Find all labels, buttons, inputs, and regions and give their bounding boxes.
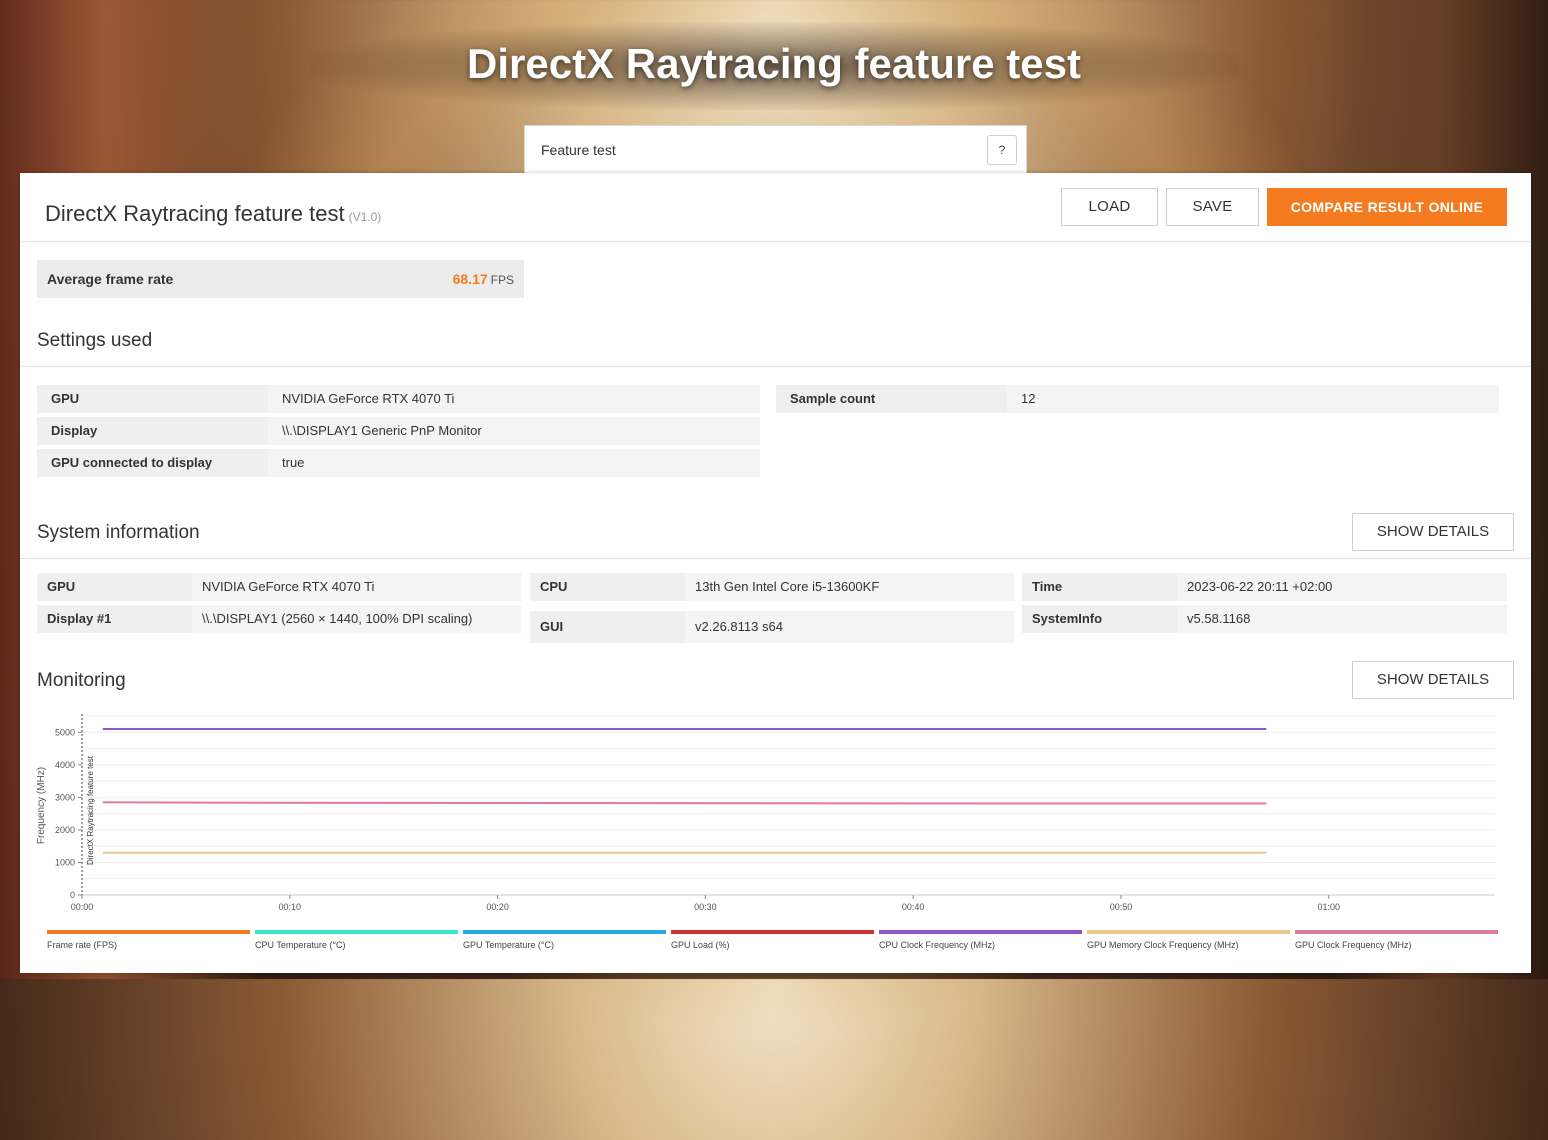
y-tick-label: 0 [70, 890, 75, 900]
x-tick-label: 00:50 [1110, 902, 1133, 912]
sysinfo-value: v2.26.8113 s64 [685, 611, 1014, 643]
average-frame-rate-label: Average frame rate [47, 271, 174, 287]
legend-label: CPU Temperature (°C) [255, 940, 346, 950]
settings-key: Display [37, 417, 265, 445]
settings-divider [20, 366, 1531, 367]
settings-row-sample-count: Sample count 12 [776, 385, 1499, 413]
settings-row-gpu-connected: GPU connected to display true [37, 449, 760, 477]
legend-item[interactable]: Frame rate (FPS) [47, 930, 250, 950]
sysinfo-value: 13th Gen Intel Core i5-13600KF [685, 573, 1014, 601]
monitoring-show-details-button[interactable]: SHOW DETAILS [1352, 661, 1514, 699]
y-tick-label: 1000 [55, 857, 75, 867]
legend-item[interactable]: GPU Temperature (°C) [463, 930, 666, 950]
panel-title: DirectX Raytracing feature test (V1.0) [45, 201, 381, 227]
panel-title-text: DirectX Raytracing feature test [45, 201, 345, 226]
legend-label: CPU Clock Frequency (MHz) [879, 940, 996, 950]
test-marker-label: DirectX Raytracing feature test [86, 755, 95, 865]
sysinfo-key: CPU [530, 573, 682, 601]
legend-color-bar [1295, 930, 1498, 934]
mode-select-value: Feature test [541, 142, 616, 158]
settings-row-gpu: GPU NVIDIA GeForce RTX 4070 Ti [37, 385, 760, 413]
legend-label: GPU Temperature (°C) [463, 940, 554, 950]
sysinfo-row-gpu: GPU NVIDIA GeForce RTX 4070 Ti [37, 573, 521, 601]
legend-color-bar [255, 930, 458, 934]
sysinfo-key: Time [1022, 573, 1174, 601]
settings-key: GPU [37, 385, 265, 413]
monitoring-chart: 0 1000 2000 3000 4000 5000 00:00 00:10 00:20 00:3… [20, 708, 1531, 968]
monitoring-chart-svg: 0 1000 2000 3000 4000 5000 00:00 00:10 00:20 00:3… [36, 714, 1495, 912]
x-tick-label: 00:30 [694, 902, 717, 912]
sysinfo-value: 2023-06-22 20:11 +02:00 [1177, 573, 1507, 601]
system-info-divider [20, 558, 1531, 559]
panel-header: DirectX Raytracing feature test (V1.0) LO… [20, 173, 1531, 242]
x-tick-label: 00:40 [902, 902, 925, 912]
monitoring-title: Monitoring [37, 670, 126, 691]
sysinfo-key: Display #1 [37, 605, 189, 633]
legend-item[interactable]: CPU Temperature (°C) [255, 930, 458, 950]
mode-select[interactable]: Feature test ? [524, 125, 1027, 173]
y-tick-label: 2000 [55, 825, 75, 835]
y-tick-label: 5000 [55, 727, 75, 737]
panel-version: (V1.0) [348, 210, 382, 224]
x-tick-label: 00:20 [486, 902, 509, 912]
sysinfo-key: SystemInfo [1022, 605, 1174, 633]
settings-value: 12 [1007, 385, 1499, 413]
settings-row-display: Display \\.\DISPLAY1 Generic PnP Monitor [37, 417, 760, 445]
average-frame-rate: Average frame rate 68.17 FPS [37, 260, 524, 298]
legend-item[interactable]: GPU Load (%) [671, 930, 874, 950]
settings-title: Settings used [37, 330, 153, 351]
sysinfo-value: NVIDIA GeForce RTX 4070 Ti [192, 573, 521, 601]
legend-color-bar [671, 930, 874, 934]
x-tick-label: 00:10 [279, 902, 302, 912]
settings-value: \\.\DISPLAY1 Generic PnP Monitor [268, 417, 760, 445]
settings-value: true [268, 449, 760, 477]
sysinfo-key: GUI [530, 611, 682, 643]
sysinfo-key: GPU [37, 573, 189, 601]
legend-item[interactable]: GPU Memory Clock Frequency (MHz) [1087, 930, 1290, 950]
settings-key: GPU connected to display [37, 449, 265, 477]
y-tick-label: 3000 [55, 792, 75, 802]
help-button[interactable]: ? [987, 135, 1017, 165]
result-panel: DirectX Raytracing feature test (V1.0) LO… [20, 173, 1531, 973]
sysinfo-row-gui: GUI v2.26.8113 s64 [530, 611, 1014, 643]
legend-label: GPU Clock Frequency (MHz) [1295, 940, 1412, 950]
legend-item[interactable]: CPU Clock Frequency (MHz) [879, 930, 1082, 950]
legend-color-bar [1087, 930, 1290, 934]
sysinfo-value: \\.\DISPLAY1 (2560 × 1440, 100% DPI scal… [192, 605, 521, 633]
legend-label: Frame rate (FPS) [47, 940, 118, 950]
y-tick-label: 4000 [55, 760, 75, 770]
legend-label: GPU Load (%) [671, 940, 730, 950]
series-line [102, 801, 1267, 805]
legend-color-bar [47, 930, 250, 934]
average-frame-rate-value: 68.17 FPS [453, 271, 514, 287]
x-tick-label: 00:00 [71, 902, 94, 912]
sysinfo-row-display: Display #1 \\.\DISPLAY1 (2560 × 1440, 10… [37, 605, 521, 633]
x-tick-label: 01:00 [1317, 902, 1340, 912]
sysinfo-row-time: Time 2023-06-22 20:11 +02:00 [1022, 573, 1507, 601]
settings-value: NVIDIA GeForce RTX 4070 Ti [268, 385, 760, 413]
legend-label: GPU Memory Clock Frequency (MHz) [1087, 940, 1239, 950]
load-button[interactable]: LOAD [1061, 188, 1158, 226]
system-info-title: System information [37, 522, 200, 543]
hero-title: DirectX Raytracing feature test [467, 40, 1081, 87]
sysinfo-row-cpu: CPU 13th Gen Intel Core i5-13600KF [530, 573, 1014, 601]
legend-item[interactable]: GPU Clock Frequency (MHz) [1295, 930, 1498, 950]
legend-color-bar [463, 930, 666, 934]
system-info-show-details-button[interactable]: SHOW DETAILS [1352, 513, 1514, 551]
average-frame-rate-number: 68.17 [452, 271, 488, 287]
save-button[interactable]: SAVE [1166, 188, 1259, 226]
compare-result-online-button[interactable]: COMPARE RESULT ONLINE [1267, 188, 1507, 226]
y-axis-label: Frequency (MHz) [36, 767, 47, 844]
legend-color-bar [879, 930, 1082, 934]
average-frame-rate-unit: FPS [490, 273, 514, 287]
sysinfo-row-systeminfo: SystemInfo v5.58.1168 [1022, 605, 1507, 633]
settings-key: Sample count [776, 385, 1004, 413]
sysinfo-value: v5.58.1168 [1177, 605, 1507, 633]
